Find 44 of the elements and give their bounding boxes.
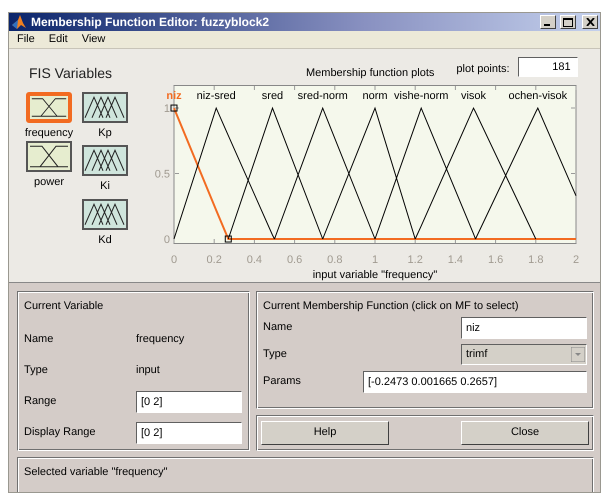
variable-name: power: [34, 175, 64, 190]
tick-label: 1: [164, 102, 170, 115]
tick-label: 0.8: [327, 254, 342, 266]
tick-label: 1.8: [528, 254, 544, 266]
field-label: Name: [24, 332, 54, 348]
section-title: FIS Variables: [29, 64, 112, 82]
tick-label: 0: [170, 254, 178, 266]
tick-label: 1.6: [488, 254, 504, 266]
tick-label: 0.5: [154, 168, 170, 180]
curve-label: ochen-visok: [508, 90, 568, 102]
variable-name: Kp: [98, 126, 112, 140]
curve-label: vishe-norm: [394, 90, 448, 102]
plot-title: Membership function plots: [306, 66, 434, 80]
panel-title: Current Membership Function (click on MF to select): [263, 298, 519, 314]
field-label: Type: [263, 347, 287, 362]
variable-name: Kd: [98, 232, 112, 248]
curve-label: norm: [362, 90, 388, 102]
tick-label: 1.2: [408, 254, 423, 266]
plot-points-label: plot points:: [456, 62, 510, 76]
field-label: Range: [24, 394, 58, 410]
tick-label: 0.6: [286, 254, 302, 266]
field-label: Type: [24, 363, 49, 378]
panel-title: Current Variable: [24, 298, 104, 314]
field-label: Name: [263, 320, 292, 336]
field-label: Params: [263, 374, 301, 390]
field-label: Display Range: [24, 425, 97, 440]
tick-label: 0.2: [206, 254, 222, 266]
tick-label: 0.4: [246, 254, 262, 266]
field-value: input: [136, 363, 160, 378]
tick-label: 0: [164, 234, 170, 246]
curve-label: sred-norm: [298, 90, 348, 102]
tick-label: 2: [572, 254, 580, 266]
axis-label: input variable "frequency": [312, 268, 438, 280]
curve-label: sred: [262, 90, 284, 102]
tick-label: 1: [372, 254, 378, 266]
field-value: frequency: [136, 332, 184, 348]
status-text: Selected variable "frequency": [24, 466, 168, 478]
curve-label: visok: [460, 90, 486, 102]
tick-label: 1.4: [448, 254, 464, 266]
variable-name: frequency: [24, 126, 74, 140]
variable-name: Ki: [100, 179, 110, 194]
curve-label: niz-sred: [196, 90, 236, 102]
window-title: Membership Function Editor: fuzzyblock2: [31, 14, 270, 31]
curve-label: niz: [166, 90, 182, 102]
